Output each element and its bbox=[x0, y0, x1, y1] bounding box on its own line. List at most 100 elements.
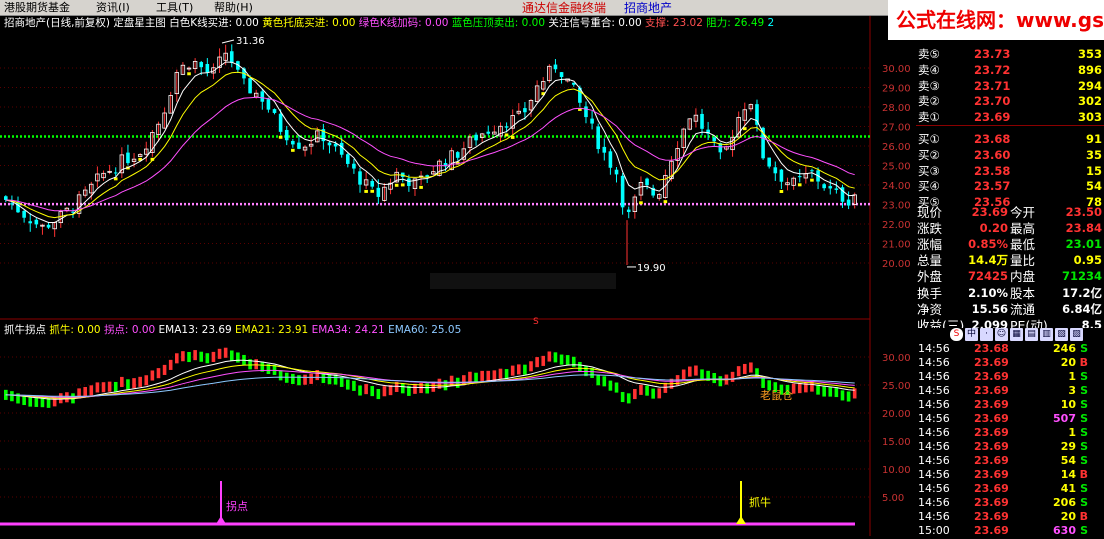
quote-panel: 卖⑤ 23.73 353 卖④ 23.72 896 卖③ 23.71 294 卖② 23.70 302… bbox=[916, 40, 1104, 537]
candle bbox=[547, 64, 552, 83]
ob-vol: 353 bbox=[1077, 47, 1102, 61]
ma-magenta bbox=[5, 96, 855, 212]
candle bbox=[700, 108, 704, 136]
indicator-bar bbox=[339, 376, 344, 387]
stats-row: 净资 15.56 流通 6.84亿 bbox=[916, 302, 1104, 317]
toolbar-icon[interactable]: ▤ bbox=[1025, 328, 1038, 341]
tick-side: S bbox=[1080, 440, 1088, 453]
candle bbox=[620, 173, 625, 215]
tick-side: S bbox=[1080, 412, 1088, 425]
ob-price: 23.68 bbox=[974, 132, 1011, 146]
indicator-bar bbox=[175, 353, 179, 364]
toolbar-icon[interactable]: 中 bbox=[965, 328, 978, 341]
tick-volume: 1 bbox=[1068, 426, 1076, 439]
candle bbox=[712, 136, 717, 147]
toolbar-icon[interactable]: ▥ bbox=[1040, 328, 1053, 341]
candle bbox=[657, 193, 662, 201]
ob-label: 卖⑤ bbox=[918, 47, 940, 61]
stat-label: 量比 bbox=[1010, 253, 1036, 269]
indicator-bar bbox=[486, 370, 491, 381]
kline-chart[interactable]: 招商地产(日线,前复权) 定盘星主图 白色K线买进: 0.00 黄色托底买进: … bbox=[0, 16, 916, 536]
stats-row: 涨幅 0.85% 最低 23.01 bbox=[916, 237, 1104, 252]
indicator-bar bbox=[742, 363, 747, 375]
toolbar-icon[interactable]: · bbox=[980, 328, 993, 341]
indicator-bar bbox=[205, 353, 210, 364]
toolbar-icon[interactable]: S bbox=[950, 328, 963, 341]
tick-time: 14:56 bbox=[918, 426, 950, 439]
ob-label: 买② bbox=[918, 147, 940, 162]
menu-item-help[interactable]: 帮助(H) bbox=[214, 0, 253, 16]
indicator-bar bbox=[492, 370, 497, 381]
candle bbox=[608, 148, 613, 175]
indicator-header: 抓牛拐点 抓牛: 0.00 拐点: 0.00 EMA13: 23.69 EMA2… bbox=[4, 323, 461, 336]
tick-price: 23.69 bbox=[974, 496, 1009, 509]
ask-row: 卖② 23.70 302 bbox=[916, 94, 1104, 109]
stat-label: 总量 bbox=[917, 253, 943, 269]
candle bbox=[492, 125, 497, 135]
legend-item: 黄色托底买进: 0.00 bbox=[262, 16, 359, 29]
indicator-bar bbox=[498, 368, 503, 379]
y-tick-label: 30.00 bbox=[882, 353, 911, 364]
menu-item-futures[interactable]: 港股期货基金 bbox=[4, 0, 70, 16]
indicator-bar bbox=[193, 350, 197, 361]
toolbar-icon[interactable]: ▨ bbox=[1070, 328, 1083, 341]
tick-volume: 3 bbox=[1068, 384, 1076, 397]
stat-value: 6.84亿 bbox=[1062, 301, 1102, 316]
menu-item-tools[interactable]: 工具(T) bbox=[156, 0, 193, 16]
tick-price: 23.69 bbox=[974, 412, 1009, 425]
tick-side: S bbox=[1080, 426, 1088, 439]
y-tick-label: 25.00 bbox=[882, 381, 911, 392]
indicator-bar bbox=[101, 382, 106, 393]
toolbar-icon[interactable]: ▦ bbox=[1010, 328, 1023, 341]
candle bbox=[186, 66, 192, 76]
moving-averages bbox=[5, 61, 855, 223]
tick-side: S bbox=[1080, 496, 1088, 509]
indicator-bar bbox=[700, 369, 704, 380]
stats-row: 现价 23.69 今开 23.50 bbox=[916, 205, 1104, 220]
indicator-bar bbox=[10, 391, 14, 402]
candle bbox=[119, 147, 125, 178]
candle bbox=[834, 181, 839, 194]
toolbar-icon[interactable]: ▧ bbox=[1055, 328, 1068, 341]
tick-side: B bbox=[1079, 468, 1088, 481]
ob-price: 23.72 bbox=[974, 62, 1011, 77]
ob-label: 买④ bbox=[918, 179, 940, 194]
indicator-bar bbox=[291, 373, 295, 384]
y-tick-label: 15.00 bbox=[882, 437, 911, 448]
indicator-layer bbox=[0, 347, 857, 526]
candle bbox=[52, 221, 57, 237]
stat-value: 0.95 bbox=[1073, 253, 1102, 268]
legend-item: EMA21: 23.91 bbox=[235, 324, 312, 336]
stat-label: 换手 bbox=[917, 285, 943, 301]
candle bbox=[95, 166, 100, 188]
candle bbox=[192, 58, 198, 74]
candle bbox=[126, 144, 130, 170]
indicator-bar bbox=[846, 391, 851, 402]
indicator-bar bbox=[352, 380, 356, 391]
indicator-bar bbox=[199, 351, 204, 362]
candle bbox=[358, 168, 362, 193]
tick-volume: 54 bbox=[1060, 454, 1076, 467]
candle bbox=[461, 141, 467, 164]
indicator-bar bbox=[834, 386, 839, 398]
tick-volume: 1 bbox=[1068, 370, 1076, 383]
indicator-bar bbox=[620, 391, 625, 403]
toolbar-icon[interactable]: ☺ bbox=[995, 328, 1008, 341]
menu-item-info[interactable]: 资讯(I) bbox=[96, 0, 130, 16]
indicator-bar bbox=[614, 382, 619, 393]
indicator-bar bbox=[89, 385, 94, 396]
candle bbox=[773, 161, 778, 181]
candle bbox=[638, 176, 644, 205]
indicator-bar bbox=[633, 389, 637, 400]
candle bbox=[162, 107, 167, 129]
indicator-bar bbox=[626, 393, 631, 404]
candle bbox=[388, 178, 393, 195]
tick-volume: 20 bbox=[1060, 356, 1076, 369]
chart-area[interactable]: 招商地产(日线,前复权) 定盘星主图 白色K线买进: 0.00 黄色托底买进: … bbox=[0, 16, 916, 536]
indicator-bar bbox=[236, 352, 240, 363]
indicator-bar bbox=[284, 372, 289, 383]
candle bbox=[693, 108, 699, 128]
tick-row: 14:56 23.69 29 S bbox=[916, 440, 1104, 454]
ob-label: 买① bbox=[918, 132, 940, 146]
indicator-bar bbox=[382, 386, 387, 397]
